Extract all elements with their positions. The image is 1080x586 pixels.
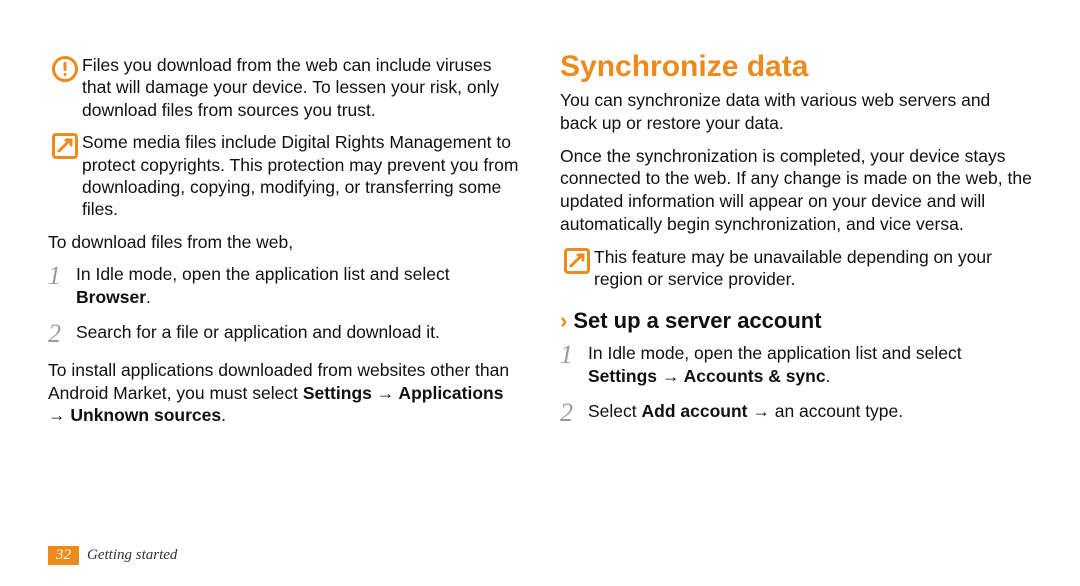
install-c: .	[221, 405, 226, 425]
r-step1-c: .	[826, 366, 831, 386]
two-column-layout: Files you download from the web can incl…	[48, 50, 1032, 438]
install-note: To install applications downloaded from …	[48, 359, 520, 427]
r-step1-a: In Idle mode, open the application list …	[588, 343, 962, 363]
drm-note: Some media files include Digital Rights …	[48, 131, 520, 221]
step1-part-c: .	[146, 287, 151, 307]
note-icon	[48, 131, 82, 159]
left-column: Files you download from the web can incl…	[48, 50, 520, 438]
warning-icon	[48, 54, 82, 82]
warning-text: Files you download from the web can incl…	[82, 54, 520, 121]
subsection-heading: ›Set up a server account	[560, 308, 1032, 334]
left-step-2: 2 Search for a file or application and d…	[48, 321, 520, 347]
step1-bold: Browser	[76, 287, 146, 307]
chevron-right-icon: ›	[560, 308, 567, 333]
section-breadcrumb: Getting started	[87, 547, 177, 564]
right-column: Synchronize data You can synchronize dat…	[560, 50, 1032, 438]
r-step2-a: Select	[588, 401, 642, 421]
manual-page: Files you download from the web can incl…	[0, 0, 1080, 586]
note-icon	[560, 246, 594, 274]
r-step1-b: Settings → Accounts & sync	[588, 366, 826, 386]
left-step-1: 1 In Idle mode, open the application lis…	[48, 263, 520, 309]
step-number: 1	[48, 263, 76, 289]
availability-text: This feature may be unavailable dependin…	[594, 246, 1032, 291]
step-number: 2	[48, 321, 76, 347]
step-body: In Idle mode, open the application list …	[588, 342, 1032, 388]
r-step2-c: → an account type.	[747, 401, 903, 421]
step-body: Search for a file or application and dow…	[76, 321, 440, 344]
step-body: In Idle mode, open the application list …	[76, 263, 520, 309]
sync-p1: You can synchronize data with various we…	[560, 89, 1032, 135]
step-number: 1	[560, 342, 588, 368]
page-number: 32	[48, 546, 79, 565]
availability-note: This feature may be unavailable dependin…	[560, 246, 1032, 291]
step1-part-a: In Idle mode, open the application list …	[76, 264, 450, 284]
sync-p2: Once the synchronization is completed, y…	[560, 145, 1032, 236]
subsection-title: Set up a server account	[573, 308, 821, 333]
warning-note: Files you download from the web can incl…	[48, 54, 520, 121]
section-heading: Synchronize data	[560, 50, 1032, 83]
step-body: Select Add account → an account type.	[588, 400, 903, 423]
download-intro: To download files from the web,	[48, 231, 520, 254]
drm-text: Some media files include Digital Rights …	[82, 131, 520, 221]
r-step2-b: Add account	[642, 401, 748, 421]
right-step-1: 1 In Idle mode, open the application lis…	[560, 342, 1032, 388]
page-footer: 32 Getting started	[48, 544, 177, 566]
right-step-2: 2 Select Add account → an account type.	[560, 400, 1032, 426]
step-number: 2	[560, 400, 588, 426]
